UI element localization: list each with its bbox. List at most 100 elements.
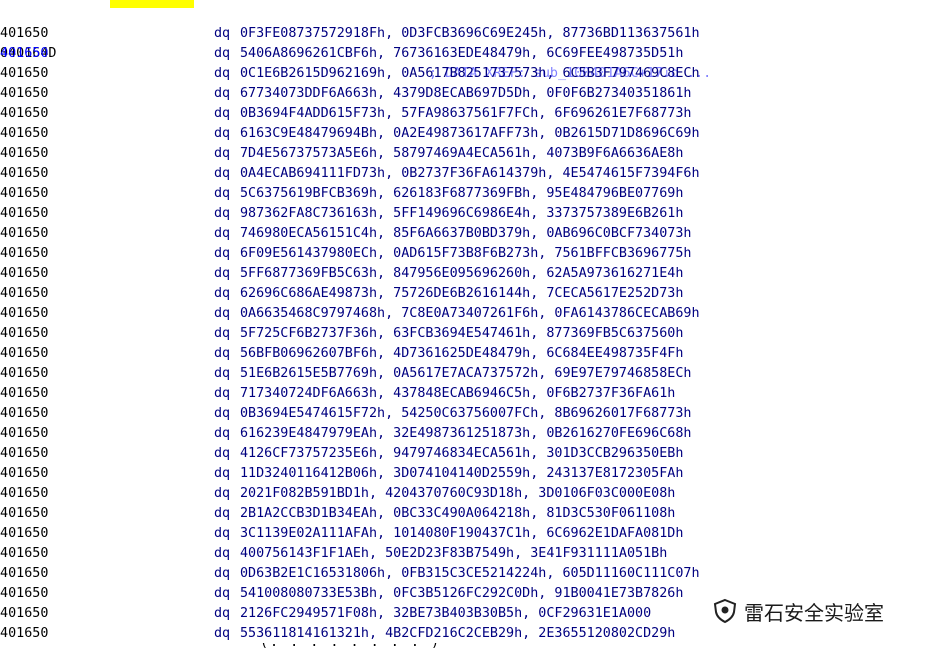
instruction-operands[interactable]: 717340724DF6A663h, 437848ECAB6946C5h, 0F… bbox=[240, 384, 675, 404]
line-address[interactable]: 0401650 bbox=[0, 264, 48, 284]
line-address[interactable]: 0401650 bbox=[0, 144, 48, 164]
instruction-mnemonic[interactable]: dq bbox=[214, 624, 230, 644]
instruction-operands[interactable]: 5F725CF6B2737F36h, 63FCB3694E547461h, 87… bbox=[240, 324, 683, 344]
line-address[interactable]: 0401650 bbox=[0, 484, 48, 504]
disassembly-listing[interactable]: 0040164D ; DATA XREF: sub_100401A6C+17↓o… bbox=[0, 0, 931, 652]
instruction-operands[interactable]: 5406A8696261CBF6h, 76736163EDE48479h, 6C… bbox=[240, 44, 683, 64]
line-address[interactable]: 0401650 bbox=[0, 184, 48, 204]
instruction-mnemonic[interactable]: dq bbox=[214, 424, 230, 444]
instruction-operands[interactable]: 3C1139E02A111AFAh, 1014080F190437C1h, 6C… bbox=[240, 524, 683, 544]
instruction-operands[interactable]: 987362FA8C736163h, 5FF149696C6986E4h, 33… bbox=[240, 204, 683, 224]
instruction-operands[interactable]: 62696C686AE49873h, 75726DE6B2616144h, 7C… bbox=[240, 284, 683, 304]
line-address[interactable]: 0401650 bbox=[0, 624, 48, 644]
cut-off-line: (. . . . . . . . ) bbox=[0, 643, 931, 652]
name-highlight bbox=[110, 0, 194, 8]
line-address[interactable]: 0401650 bbox=[0, 584, 48, 604]
instruction-mnemonic[interactable]: dq bbox=[214, 84, 230, 104]
line-address[interactable]: 0401650 bbox=[0, 604, 48, 624]
line-address[interactable]: 0401650 bbox=[0, 64, 48, 84]
instruction-operands[interactable]: 7D4E56737573A5E6h, 58797469A4ECA561h, 40… bbox=[240, 144, 683, 164]
line-address[interactable]: 0401650 bbox=[0, 164, 48, 184]
instruction-mnemonic[interactable]: dq bbox=[214, 24, 230, 44]
instruction-mnemonic[interactable]: dq bbox=[214, 344, 230, 364]
instruction-mnemonic[interactable]: dq bbox=[214, 464, 230, 484]
instruction-operands[interactable]: 0D63B2E1C16531806h, 0FB315C3CE5214224h, … bbox=[240, 564, 700, 584]
line-address[interactable]: 0401650 bbox=[0, 224, 48, 244]
instruction-mnemonic[interactable]: dq bbox=[214, 544, 230, 564]
instruction-mnemonic[interactable]: dq bbox=[214, 484, 230, 504]
instruction-mnemonic[interactable]: dq bbox=[214, 44, 230, 64]
instruction-operands[interactable]: 0F3FE08737572918Fh, 0D3FCB3696C69E245h, … bbox=[240, 24, 700, 44]
line-address[interactable]: 0401650 bbox=[0, 344, 48, 364]
line-address[interactable]: 0401650 bbox=[0, 364, 48, 384]
line-address[interactable]: 0401650 bbox=[0, 284, 48, 304]
instruction-mnemonic[interactable]: dq bbox=[214, 264, 230, 284]
instruction-mnemonic[interactable]: dq bbox=[214, 584, 230, 604]
instruction-mnemonic[interactable]: dq bbox=[214, 444, 230, 464]
instruction-mnemonic[interactable]: dq bbox=[214, 244, 230, 264]
instruction-operands[interactable]: 553611814161321h, 4B2CFD216C2CEB29h, 2E3… bbox=[240, 624, 675, 644]
instruction-operands[interactable]: 5C6375619BFCB369h, 626183F6877369FBh, 95… bbox=[240, 184, 683, 204]
watermark: 雷石安全实验室 bbox=[712, 594, 927, 628]
instruction-mnemonic[interactable]: dq bbox=[214, 184, 230, 204]
instruction-operands[interactable]: 2B1A2CCB3D1B34EAh, 0BC33C490A064218h, 81… bbox=[240, 504, 675, 524]
line-address[interactable]: 0401650 bbox=[0, 24, 48, 44]
shield-logo-icon bbox=[713, 598, 737, 624]
line-address[interactable]: 0401650 bbox=[0, 564, 48, 584]
instruction-operands[interactable]: 6163C9E48479694Bh, 0A2E49873617AFF73h, 0… bbox=[240, 124, 700, 144]
line-address[interactable]: 0401650 bbox=[0, 244, 48, 264]
line-address[interactable]: 0401650 bbox=[0, 464, 48, 484]
instruction-operands[interactable]: 56BFB06962607BF6h, 4D7361625DE48479h, 6C… bbox=[240, 344, 683, 364]
watermark-text: 雷石安全实验室 bbox=[744, 600, 884, 625]
instruction-operands[interactable]: 51E6B2615E5B7769h, 0A5617E7ACA737572h, 6… bbox=[240, 364, 691, 384]
instruction-mnemonic[interactable]: dq bbox=[214, 64, 230, 84]
line-address[interactable]: 0401650 bbox=[0, 304, 48, 324]
line-address[interactable]: 0401650 bbox=[0, 324, 48, 344]
line-address[interactable]: 0401650 bbox=[0, 424, 48, 444]
instruction-operands[interactable]: 6F09E561437980ECh, 0AD615F73B8F6B273h, 7… bbox=[240, 244, 691, 264]
instruction-mnemonic[interactable]: dq bbox=[214, 204, 230, 224]
instruction-mnemonic[interactable]: dq bbox=[214, 104, 230, 124]
instruction-mnemonic[interactable]: dq bbox=[214, 564, 230, 584]
line-address[interactable]: 0401650 bbox=[0, 204, 48, 224]
line-address[interactable]: 0401650 bbox=[0, 504, 48, 524]
instruction-mnemonic[interactable]: dq bbox=[214, 504, 230, 524]
listing-header-row[interactable]: 0040164D ; DATA XREF: sub_100401A6C+17↓o… bbox=[0, 0, 711, 81]
instruction-mnemonic[interactable]: dq bbox=[214, 284, 230, 304]
instruction-operands[interactable]: 746980ECA56151C4h, 85F6A6637B0BD379h, 0A… bbox=[240, 224, 691, 244]
instruction-mnemonic[interactable]: dq bbox=[214, 304, 230, 324]
instruction-operands[interactable]: 400756143F1F1AEh, 50E2D23F83B7549h, 3E41… bbox=[240, 544, 667, 564]
instruction-mnemonic[interactable]: dq bbox=[214, 324, 230, 344]
instruction-mnemonic[interactable]: dq bbox=[214, 144, 230, 164]
instruction-mnemonic[interactable]: dq bbox=[214, 524, 230, 544]
instruction-operands[interactable]: 0B3694E5474615F72h, 54250C63756007FCh, 8… bbox=[240, 404, 691, 424]
instruction-operands[interactable]: 0A6635468C9797468h, 7C8E0A73407261F6h, 0… bbox=[240, 304, 700, 324]
instruction-mnemonic[interactable]: dq bbox=[214, 124, 230, 144]
instruction-operands[interactable]: 4126CF73757235E6h, 9479746834ECA561h, 30… bbox=[240, 444, 683, 464]
instruction-operands[interactable]: 67734073DDF6A663h, 4379D8ECAB697D5Dh, 0F… bbox=[240, 84, 691, 104]
instruction-mnemonic[interactable]: dq bbox=[214, 384, 230, 404]
line-address[interactable]: 0401650 bbox=[0, 384, 48, 404]
line-address[interactable]: 0401650 bbox=[0, 84, 48, 104]
line-address[interactable]: 0401650 bbox=[0, 44, 48, 64]
instruction-mnemonic[interactable]: dq bbox=[214, 364, 230, 384]
instruction-mnemonic[interactable]: dq bbox=[214, 164, 230, 184]
instruction-operands[interactable]: 541008080733E53Bh, 0FC3B5126FC292C0Dh, 9… bbox=[240, 584, 683, 604]
instruction-operands[interactable]: 0C1E6B2615D962169h, 0A5617B8251737573h, … bbox=[240, 64, 700, 84]
line-address[interactable]: 0401650 bbox=[0, 104, 48, 124]
line-address[interactable]: 0401650 bbox=[0, 124, 48, 144]
instruction-operands[interactable]: 2126FC2949571F08h, 32BE73B403B30B5h, 0CF… bbox=[240, 604, 651, 624]
line-address[interactable]: 0401650 bbox=[0, 444, 48, 464]
line-address[interactable]: 0401650 bbox=[0, 524, 48, 544]
instruction-mnemonic[interactable]: dq bbox=[214, 224, 230, 244]
instruction-operands[interactable]: 5FF6877369FB5C63h, 847956E095696260h, 62… bbox=[240, 264, 683, 284]
instruction-operands[interactable]: 0B3694F4ADD615F73h, 57FA98637561F7FCh, 6… bbox=[240, 104, 691, 124]
instruction-mnemonic[interactable]: dq bbox=[214, 604, 230, 624]
line-address[interactable]: 0401650 bbox=[0, 544, 48, 564]
line-address[interactable]: 0401650 bbox=[0, 404, 48, 424]
instruction-mnemonic[interactable]: dq bbox=[214, 404, 230, 424]
instruction-operands[interactable]: 11D3240116412B06h, 3D074104140D2559h, 24… bbox=[240, 464, 683, 484]
instruction-operands[interactable]: 616239E4847979EAh, 32E4987361251873h, 0B… bbox=[240, 424, 691, 444]
instruction-operands[interactable]: 0A4ECAB694111FD73h, 0B2737F36FA614379h, … bbox=[240, 164, 700, 184]
instruction-operands[interactable]: 2021F082B591BD1h, 4204370760C93D18h, 3D0… bbox=[240, 484, 675, 504]
